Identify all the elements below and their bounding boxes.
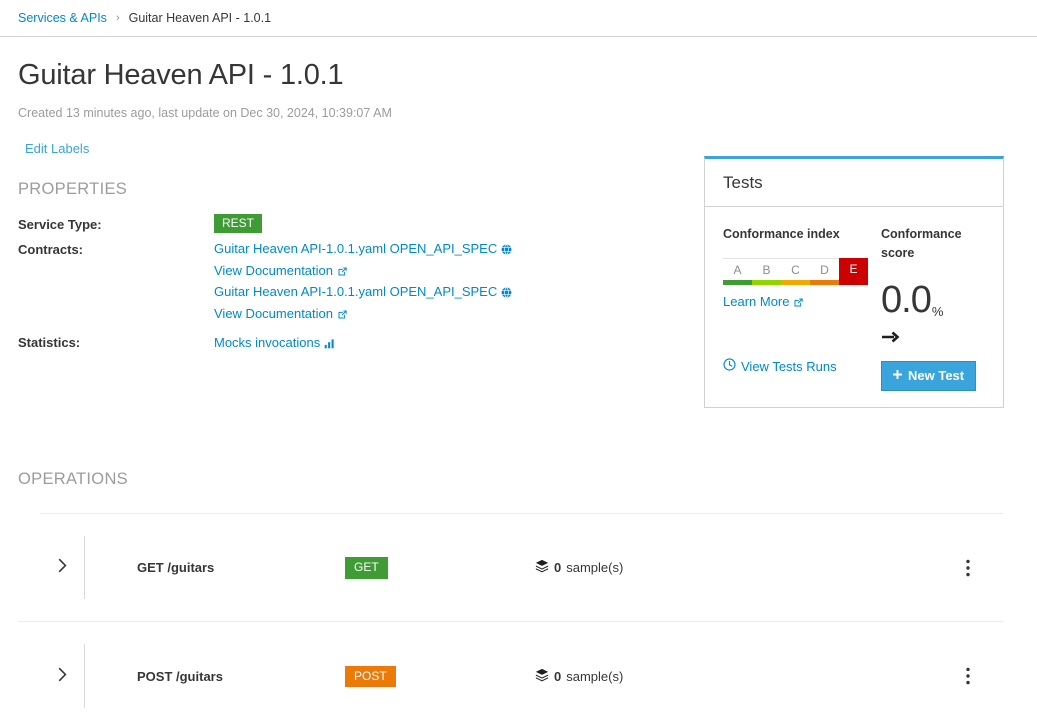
grade-cell-b: B	[752, 258, 781, 281]
grade-bar-d	[810, 280, 839, 286]
properties-table: Service Type: REST Contracts: Guitar Hea…	[18, 213, 512, 358]
edit-labels-button[interactable]: Edit Labels	[25, 141, 89, 156]
conformance-score-unit: %	[931, 304, 944, 320]
grade-bar-a	[723, 280, 752, 286]
conformance-grade-scale: A B C D E	[723, 258, 868, 286]
tests-card-header: Tests	[705, 159, 1003, 207]
breadcrumb-link-services-apis[interactable]: Services & APIs	[18, 11, 107, 25]
contract-item: View Documentation	[214, 263, 512, 286]
contract-item: Guitar Heaven API-1.0.1.yaml OPEN_API_SP…	[214, 242, 512, 264]
property-row-service-type: Service Type: REST	[18, 213, 512, 242]
contract-link-view-documentation[interactable]: View Documentation	[214, 263, 333, 278]
property-key-service-type: Service Type:	[18, 216, 102, 232]
samples-count: 0	[554, 560, 562, 576]
contract-link-view-documentation[interactable]: View Documentation	[214, 306, 333, 321]
conformance-index-label: Conformance index	[723, 226, 840, 241]
bar-chart-icon	[324, 337, 335, 352]
expand-chevron-right-icon[interactable]	[40, 558, 84, 577]
samples-suffix: sample(s)	[566, 668, 624, 684]
operation-name: GET /guitars	[137, 560, 215, 576]
page-title: Guitar Heaven API - 1.0.1	[18, 59, 344, 91]
new-test-button[interactable]: New Test	[881, 361, 977, 392]
page-header: Guitar Heaven API - 1.0.1 Created 13 min…	[0, 37, 1037, 158]
grade-bar-e	[839, 280, 868, 286]
service-type-badge: REST	[214, 213, 263, 234]
page-subtitle-timestamp: Created 13 minutes ago, last update on D…	[18, 105, 392, 120]
property-key-statistics: Statistics:	[18, 334, 81, 350]
grade-cell-e-active: E	[839, 258, 868, 281]
expand-chevron-right-icon[interactable]	[40, 667, 84, 686]
external-link-icon	[793, 296, 804, 311]
globe-icon	[501, 244, 512, 258]
tests-card-body: Conformance index A B C D E Learn More V…	[705, 207, 1003, 408]
contract-item: View Documentation	[214, 307, 512, 329]
conformance-score-value-wrapper: 0.0%	[881, 281, 985, 319]
mocks-invocations-link[interactable]: Mocks invocations	[214, 335, 320, 350]
grade-cell-d: D	[810, 258, 839, 281]
row-actions-menu-icon[interactable]	[933, 559, 1003, 577]
globe-icon	[501, 287, 512, 301]
conformance-score-value: 0.0	[881, 279, 932, 322]
external-link-icon	[337, 266, 348, 280]
conformance-index-block: Conformance index A B C D E Learn More V…	[723, 225, 873, 392]
table-row[interactable]: GET /guitars GET 0 sample(s)	[18, 514, 1003, 623]
property-value-service-type: REST	[214, 213, 512, 242]
view-tests-runs-link[interactable]: View Tests Runs	[723, 358, 873, 374]
property-value-statistics: Mocks invocations	[214, 335, 512, 358]
operation-verb-cell: GET	[345, 557, 535, 579]
grade-cell-a: A	[723, 258, 752, 281]
property-key-contracts: Contracts:	[18, 242, 84, 258]
http-verb-badge: POST	[345, 665, 396, 688]
samples-suffix: sample(s)	[566, 560, 624, 576]
score-trend-arrow-icon	[881, 329, 985, 349]
learn-more-label: Learn More	[723, 294, 790, 310]
operation-name: POST /guitars	[137, 668, 223, 684]
clock-icon	[723, 358, 736, 374]
plus-icon	[892, 368, 903, 383]
contract-link-openapi-spec[interactable]: Guitar Heaven API-1.0.1.yaml OPEN_API_SP…	[214, 241, 497, 256]
operation-verb-cell: POST	[345, 665, 535, 688]
tests-card-title: Tests	[723, 172, 763, 192]
grade-bar-b	[752, 280, 781, 286]
operation-samples: 0 sample(s)	[535, 559, 933, 576]
properties-section-label: PROPERTIES	[18, 179, 128, 198]
conformance-score-label: Conformance score	[881, 226, 962, 261]
grade-cell-c: C	[781, 258, 810, 281]
table-row[interactable]: POST /guitars POST 0 sample(s)	[18, 622, 1003, 722]
external-link-icon	[337, 309, 348, 323]
grade-color-bars	[723, 280, 868, 286]
property-row-contracts: Contracts: Guitar Heaven API-1.0.1.yaml …	[18, 242, 512, 335]
operations-section: OPERATIONS GET /guitars GET 0 sample(s) …	[0, 470, 1037, 722]
layers-icon	[535, 668, 549, 685]
view-tests-runs-label: View Tests Runs	[741, 358, 837, 374]
breadcrumb-separator-icon: ›	[115, 12, 120, 24]
contract-link-openapi-spec[interactable]: Guitar Heaven API-1.0.1.yaml OPEN_API_SP…	[214, 284, 497, 299]
properties-section: PROPERTIES Service Type: REST Contracts:…	[18, 180, 704, 358]
property-row-statistics: Statistics: Mocks invocations	[18, 335, 512, 358]
grade-letters: A B C D E	[723, 258, 868, 281]
breadcrumb: Services & APIs › Guitar Heaven API - 1.…	[0, 0, 1037, 37]
conformance-score-block: Conformance score 0.0% New Test	[873, 225, 985, 392]
learn-more-link-wrapper[interactable]: Learn More	[723, 294, 804, 311]
new-test-button-label: New Test	[908, 368, 965, 384]
samples-count: 0	[554, 668, 562, 684]
tests-card: Tests Conformance index A B C D E Learn …	[704, 155, 1004, 409]
tests-panel: Tests Conformance index A B C D E Learn …	[704, 155, 1004, 409]
breadcrumb-current: Guitar Heaven API - 1.0.1	[128, 11, 272, 25]
http-verb-badge: GET	[345, 557, 388, 579]
contract-item: Guitar Heaven API-1.0.1.yaml OPEN_API_SP…	[214, 285, 512, 307]
row-actions-menu-icon[interactable]	[933, 667, 1003, 685]
operation-samples: 0 sample(s)	[535, 668, 933, 685]
grade-bar-c	[781, 280, 810, 286]
main-content: PROPERTIES Service Type: REST Contracts:…	[0, 155, 1037, 409]
operations-section-label: OPERATIONS	[18, 470, 128, 489]
property-value-contracts: Guitar Heaven API-1.0.1.yaml OPEN_API_SP…	[214, 242, 512, 335]
layers-icon	[535, 559, 549, 576]
